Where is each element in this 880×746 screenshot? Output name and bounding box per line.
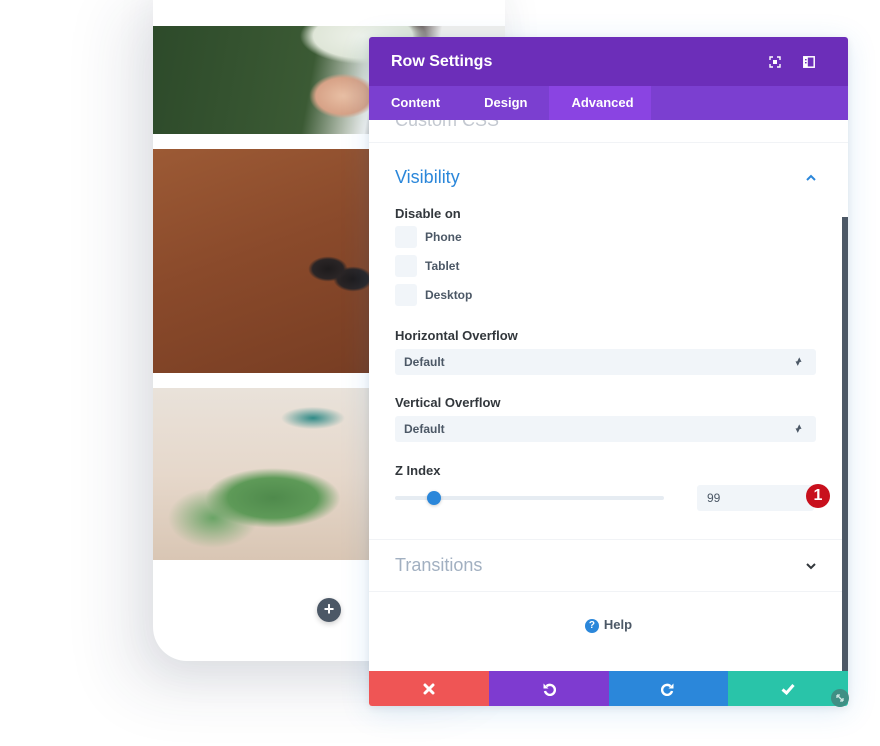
divider <box>369 539 848 540</box>
chevron-down-icon[interactable] <box>804 559 818 573</box>
modal-body: Custom CSS Visibility Disable on Phone T… <box>369 120 848 672</box>
close-icon <box>423 683 435 694</box>
undo-icon <box>543 683 556 696</box>
vertical-overflow-value: Default <box>404 422 445 436</box>
vertical-overflow-select[interactable]: Default ▴▾ <box>395 416 816 442</box>
row-settings-modal: Row Settings Content Design Advanced Cus… <box>369 37 848 706</box>
z-index-slider[interactable] <box>395 491 664 505</box>
chevron-up-icon[interactable] <box>804 171 818 185</box>
desktop-checkbox[interactable] <box>395 284 417 306</box>
annotation-badge: 1 <box>806 484 830 508</box>
modal-header: Row Settings <box>369 37 848 86</box>
modal-footer <box>369 671 848 706</box>
select-arrows-icon: ▴▾ <box>795 421 802 435</box>
help-icon: ? <box>584 619 599 633</box>
help-label: Help <box>603 617 633 632</box>
horizontal-overflow-select[interactable]: Default ▴▾ <box>395 349 816 375</box>
select-arrows-icon: ▴▾ <box>795 354 802 368</box>
visibility-section-title[interactable]: Visibility <box>395 167 460 188</box>
scrollbar[interactable] <box>842 217 848 672</box>
z-index-input[interactable]: 99 <box>697 485 814 511</box>
redo-button[interactable] <box>608 671 729 706</box>
tab-content[interactable]: Content <box>369 86 462 120</box>
divider <box>369 142 848 143</box>
resize-handle[interactable] <box>831 689 849 707</box>
disable-tablet-option[interactable]: Tablet <box>395 255 459 277</box>
divider <box>369 591 848 592</box>
redo-icon <box>661 683 674 696</box>
resize-icon <box>836 694 844 702</box>
vertical-overflow-label: Vertical Overflow <box>395 395 501 410</box>
sidebar-dock-icon[interactable] <box>792 52 826 72</box>
add-row-button[interactable]: + <box>317 598 341 622</box>
horizontal-overflow-value: Default <box>404 355 445 369</box>
horizontal-overflow-label: Horizontal Overflow <box>395 328 518 343</box>
z-index-label: Z Index <box>395 463 441 478</box>
phone-label: Phone <box>425 230 462 244</box>
desktop-label: Desktop <box>425 288 473 302</box>
phone-checkbox[interactable] <box>395 226 417 248</box>
disable-phone-option[interactable]: Phone <box>395 226 462 248</box>
modal-title: Row Settings <box>391 52 493 70</box>
tab-design[interactable]: Design <box>462 86 549 120</box>
z-index-slider-thumb[interactable] <box>427 491 442 505</box>
tablet-checkbox[interactable] <box>395 255 417 277</box>
transitions-section-title[interactable]: Transitions <box>395 555 482 576</box>
fullscreen-icon[interactable] <box>758 52 792 72</box>
check-icon <box>781 683 795 695</box>
tablet-label: Tablet <box>425 259 460 273</box>
tab-advanced[interactable]: Advanced <box>549 86 652 120</box>
save-button[interactable] <box>728 671 848 706</box>
settings-tabs: Content Design Advanced <box>369 86 848 120</box>
disable-on-label: Disable on <box>395 206 461 221</box>
undo-button[interactable] <box>488 671 609 706</box>
cancel-button[interactable] <box>369 671 489 706</box>
help-link[interactable]: ? Help <box>369 617 848 633</box>
disable-desktop-option[interactable]: Desktop <box>395 284 472 306</box>
custom-css-section-title[interactable]: Custom CSS <box>395 120 499 131</box>
